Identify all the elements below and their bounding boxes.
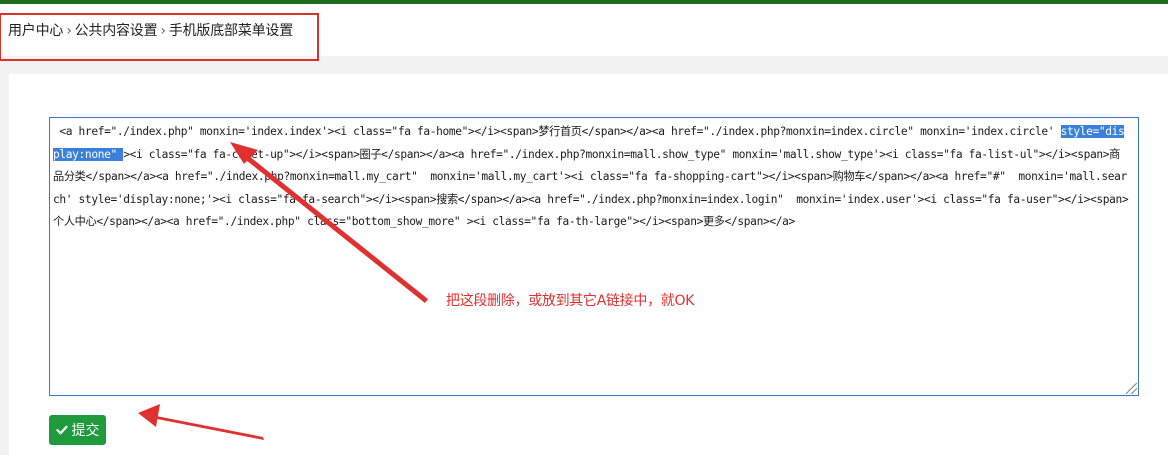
code-after-highlight: ><i class="fa fa-caret-up"></i><span>圈子<… <box>53 147 1129 229</box>
submit-button[interactable]: 提交 <box>49 415 106 445</box>
submit-label: 提交 <box>71 423 100 439</box>
annotation-note: 把这段删除，或放到其它A链接中，就OK <box>446 293 695 309</box>
check-icon <box>55 424 68 436</box>
textarea-resize-handle[interactable] <box>1126 383 1137 394</box>
annotation-highlight-box <box>0 13 319 61</box>
menu-code-textarea[interactable]: <a href="./index.php" monxin='index.inde… <box>49 117 1139 396</box>
code-before-highlight: <a href="./index.php" monxin='index.inde… <box>53 125 1061 138</box>
